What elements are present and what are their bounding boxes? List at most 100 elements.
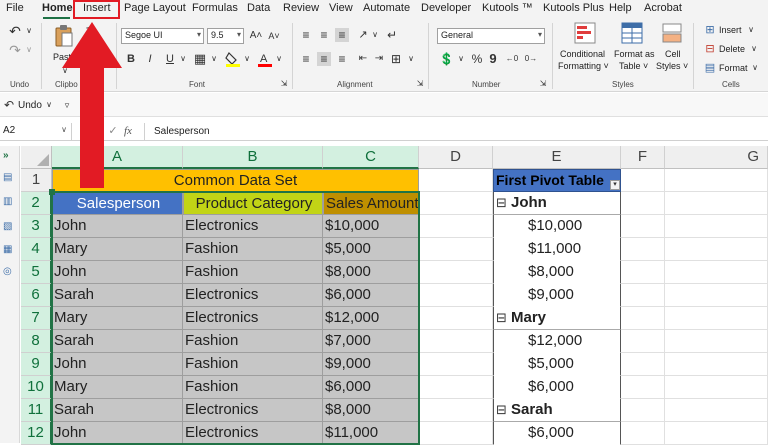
format-as-table-icon[interactable] <box>621 22 643 44</box>
delete-cells-icon[interactable]: ⊟ <box>703 42 717 56</box>
empty-cell[interactable] <box>419 284 493 307</box>
font-color-icon[interactable]: A <box>257 51 273 67</box>
insert-cells-icon[interactable]: ⊞ <box>703 23 717 37</box>
merge-center-icon[interactable]: ⊞ <box>389 52 403 66</box>
empty-cell[interactable] <box>621 261 665 284</box>
data-cell-salesperson[interactable]: Mary <box>52 307 183 330</box>
alignment-dialog-launcher-icon[interactable]: ⇲ <box>413 77 427 91</box>
qat-undo-dropdown-icon[interactable]: ∨ <box>42 98 56 112</box>
pivot-value-row[interactable]: $9,000 <box>493 284 621 307</box>
column-header-g[interactable]: G <box>665 146 768 169</box>
tab-page-layout[interactable]: Page Layout <box>124 2 186 14</box>
align-right-icon[interactable]: ≡ <box>335 52 349 66</box>
cell-styles-label-1[interactable]: Cell <box>665 49 681 59</box>
fill-color-dropdown-icon[interactable]: ∨ <box>240 52 254 66</box>
row-header-2[interactable]: 2 <box>21 192 52 215</box>
empty-cell[interactable] <box>419 215 493 238</box>
row-header-12[interactable]: 12 <box>21 422 52 445</box>
insert-dropdown-icon[interactable]: ∨ <box>744 23 758 37</box>
align-top-icon[interactable]: ≡ <box>299 28 313 42</box>
tab-formulas[interactable]: Formulas <box>192 2 238 14</box>
data-cell-salesperson[interactable]: John <box>52 215 183 238</box>
accounting-format-icon[interactable]: 💲 <box>439 52 454 66</box>
delete-dropdown-icon[interactable]: ∨ <box>747 42 761 56</box>
empty-cell[interactable] <box>621 284 665 307</box>
column-list-icon[interactable]: ▦ <box>3 244 16 255</box>
number-dialog-launcher-icon[interactable]: ⇲ <box>536 77 550 91</box>
empty-cell[interactable] <box>419 376 493 399</box>
data-cell-sales-amount[interactable]: $10,000 <box>323 215 419 238</box>
data-cell-sales-amount[interactable]: $6,000 <box>323 376 419 399</box>
decrease-decimal-icon[interactable]: 0→ <box>524 52 538 66</box>
merge-dropdown-icon[interactable]: ∨ <box>404 52 418 66</box>
data-cell-salesperson[interactable]: John <box>52 422 183 445</box>
conditional-formatting-label-2[interactable]: Formatting ˅ <box>558 61 609 71</box>
delete-cells-button[interactable]: Delete <box>719 44 745 54</box>
number-format-combo[interactable]: General <box>437 28 545 44</box>
header-cell-salesperson[interactable]: Salesperson <box>52 192 183 215</box>
data-cell-sales-amount[interactable]: $5,000 <box>323 238 419 261</box>
row-header-10[interactable]: 10 <box>21 376 52 399</box>
find-replace-icon[interactable]: ◎ <box>3 266 16 277</box>
data-cell-product-category[interactable]: Electronics <box>183 307 323 330</box>
empty-cell[interactable] <box>621 376 665 399</box>
empty-cell[interactable] <box>419 422 493 445</box>
qat-undo-label[interactable]: Undo <box>18 100 42 111</box>
format-cells-button[interactable]: Format <box>719 63 748 73</box>
undo-dropdown-icon[interactable]: ∨ <box>22 24 36 38</box>
borders-icon[interactable]: ▦ <box>193 52 207 66</box>
empty-cell[interactable] <box>419 192 493 215</box>
name-manager-icon[interactable]: ▧ <box>3 221 16 232</box>
format-as-table-label-1[interactable]: Format as <box>614 49 655 59</box>
font-color-dropdown-icon[interactable]: ∨ <box>272 52 286 66</box>
conditional-formatting-label-1[interactable]: Conditional <box>560 49 605 59</box>
expand-pane-icon[interactable]: » <box>3 150 16 161</box>
pivot-header-cell[interactable]: First Pivot Table <box>493 169 621 192</box>
font-dialog-launcher-icon[interactable]: ⇲ <box>277 77 291 91</box>
empty-cell[interactable] <box>419 330 493 353</box>
empty-cell[interactable] <box>665 330 768 353</box>
decrease-font-icon[interactable]: A˅ <box>267 29 281 43</box>
conditional-formatting-icon[interactable] <box>574 22 596 44</box>
data-cell-sales-amount[interactable]: $6,000 <box>323 284 419 307</box>
row-header-5[interactable]: 5 <box>21 261 52 284</box>
workbook-sheets-icon[interactable]: ▤ <box>3 172 16 183</box>
empty-cell[interactable] <box>621 238 665 261</box>
empty-cell[interactable] <box>419 169 493 192</box>
empty-cell[interactable] <box>665 169 768 192</box>
pivot-value-row[interactable]: $11,000 <box>493 238 621 261</box>
collapse-icon[interactable]: ⊟ <box>496 192 507 214</box>
align-center-icon[interactable]: ≡ <box>317 52 331 66</box>
borders-dropdown-icon[interactable]: ∨ <box>207 52 221 66</box>
cell-styles-label-2[interactable]: Styles ˅ <box>656 61 688 71</box>
increase-decimal-icon[interactable]: ←0 <box>505 52 519 66</box>
empty-cell[interactable] <box>665 215 768 238</box>
tab-file[interactable]: File <box>6 2 24 14</box>
empty-cell[interactable] <box>621 169 665 192</box>
data-cell-sales-amount[interactable]: $9,000 <box>323 353 419 376</box>
data-cell-product-category[interactable]: Fashion <box>183 238 323 261</box>
data-cell-sales-amount[interactable]: $8,000 <box>323 399 419 422</box>
tab-help[interactable]: Help <box>609 2 632 14</box>
column-header-d[interactable]: D <box>419 146 493 169</box>
data-cell-product-category[interactable]: Fashion <box>183 330 323 353</box>
orientation-dropdown-icon[interactable]: ∨ <box>368 28 382 42</box>
tab-home[interactable]: Home <box>42 2 73 14</box>
row-header-8[interactable]: 8 <box>21 330 52 353</box>
data-cell-product-category[interactable]: Electronics <box>183 399 323 422</box>
empty-cell[interactable] <box>621 215 665 238</box>
qat-undo-icon[interactable]: ↶ <box>2 98 16 112</box>
empty-cell[interactable] <box>665 261 768 284</box>
pivot-value-row[interactable]: $6,000 <box>493 422 621 445</box>
empty-cell[interactable] <box>665 353 768 376</box>
empty-cell[interactable] <box>419 399 493 422</box>
empty-cell[interactable] <box>621 307 665 330</box>
pivot-value-row[interactable]: $8,000 <box>493 261 621 284</box>
data-cell-salesperson[interactable]: John <box>52 353 183 376</box>
data-cell-salesperson[interactable]: Mary <box>52 238 183 261</box>
insert-function-button[interactable]: fx <box>124 125 132 137</box>
empty-cell[interactable] <box>665 376 768 399</box>
column-header-c[interactable]: C <box>323 146 419 169</box>
empty-cell[interactable] <box>665 307 768 330</box>
empty-cell[interactable] <box>665 284 768 307</box>
